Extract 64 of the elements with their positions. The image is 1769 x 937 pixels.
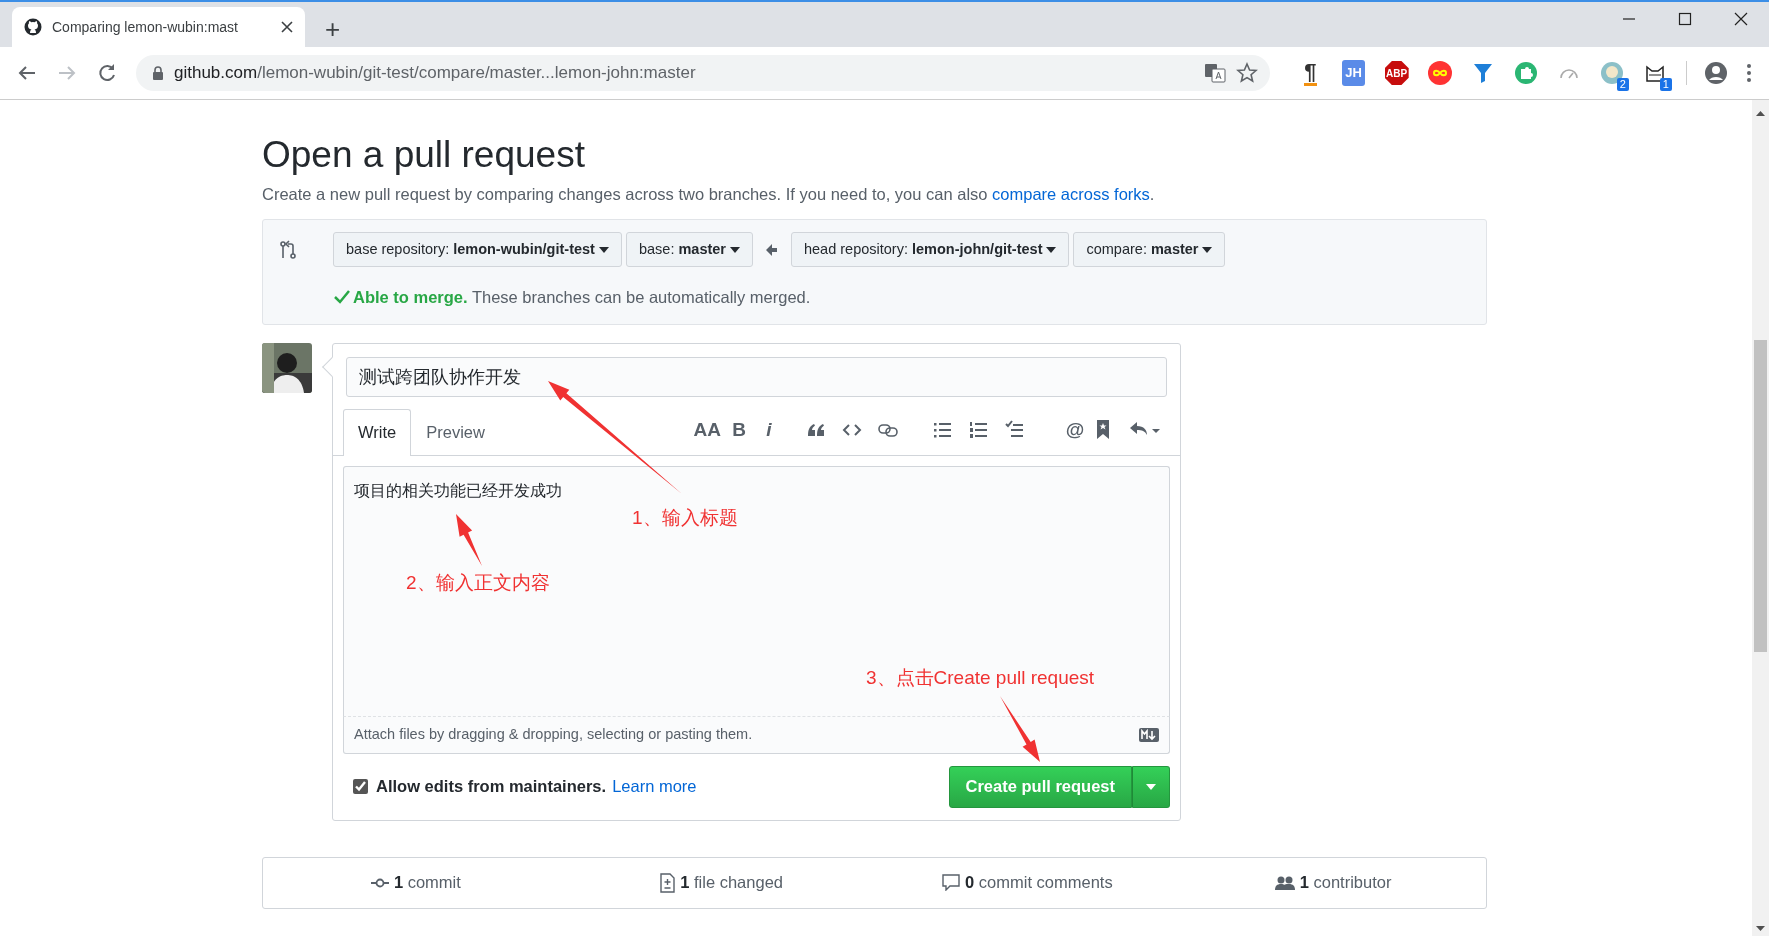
puzzle-icon bbox=[1514, 61, 1539, 85]
infinity-icon bbox=[1427, 61, 1452, 85]
markdown-icon bbox=[1139, 727, 1159, 742]
star-icon[interactable] bbox=[1236, 62, 1259, 84]
people-icon bbox=[1274, 875, 1295, 891]
dropdown-button[interactable] bbox=[1132, 765, 1170, 808]
github-logo-icon bbox=[24, 18, 42, 36]
branch-select-button[interactable]: compare: master bbox=[1073, 232, 1226, 267]
scrollbar[interactable] bbox=[1752, 100, 1769, 936]
compare-icon bbox=[279, 239, 297, 260]
branch-select-button[interactable]: base: master bbox=[625, 232, 753, 267]
new-tab-button[interactable]: + bbox=[319, 15, 347, 43]
page-title: Open a pull request bbox=[262, 133, 586, 177]
caret-icon bbox=[598, 246, 609, 253]
checkbox-label: Allow edits from maintainers. bbox=[376, 776, 607, 798]
format-button[interactable]: i bbox=[754, 414, 784, 445]
check-icon bbox=[334, 290, 350, 305]
summary-link[interactable]: 1 contributor bbox=[1299, 870, 1392, 896]
annotation-arrow bbox=[1000, 696, 1040, 762]
branch-select-button[interactable]: base repository: lemon-wubin/git-test bbox=[333, 232, 622, 267]
caret-icon bbox=[730, 246, 740, 253]
browser-tab[interactable]: Comparing lemon-wubin:mast bbox=[12, 7, 305, 47]
lock-icon bbox=[152, 66, 164, 80]
count-badge: 2 bbox=[1616, 78, 1629, 91]
format-button[interactable]: B bbox=[724, 414, 754, 445]
editor-tab[interactable]: Preview bbox=[411, 408, 500, 456]
funnel-icon bbox=[1472, 62, 1493, 84]
merge-status-text: Able to merge. These branches can be automatically merged. bbox=[353, 287, 811, 308]
file-icon bbox=[660, 872, 676, 893]
caret-icon bbox=[1146, 783, 1156, 790]
summary-link[interactable]: 1 commit bbox=[393, 870, 461, 896]
url-text: github.com/lemon-wubin/git-test/compare/master...lemon-john:master bbox=[174, 62, 697, 85]
close-icon[interactable] bbox=[281, 21, 293, 33]
extension-button[interactable]: ¶ bbox=[1291, 54, 1329, 92]
format-button[interactable]: AA bbox=[690, 414, 724, 445]
compare-forks-link[interactable]: compare across forks bbox=[992, 185, 1150, 204]
count-badge: 1 bbox=[1659, 78, 1672, 91]
summary-link[interactable]: 1 file changed bbox=[680, 870, 783, 896]
extension-button[interactable]: ABP bbox=[1378, 54, 1416, 92]
tile-icon: JH bbox=[1342, 60, 1365, 86]
annotation-text: 3、点击Create pull request bbox=[866, 668, 1095, 687]
scroll-thumb[interactable] bbox=[1754, 340, 1767, 652]
branch-select-button[interactable]: head repository: lemon-john/git-test bbox=[791, 232, 1070, 267]
extension-button[interactable]: 2 bbox=[1593, 54, 1631, 92]
annotation-text: 2、输入正文内容 bbox=[406, 573, 550, 592]
comment-icon bbox=[942, 874, 961, 892]
extension-button[interactable]: 1 bbox=[1636, 54, 1674, 92]
tab-title: Comparing lemon-wubin:mast bbox=[52, 17, 239, 37]
learn-more-link[interactable]: Learn more bbox=[612, 774, 697, 800]
format-button[interactable]: @ bbox=[1060, 414, 1090, 445]
caret-icon bbox=[1202, 246, 1213, 253]
stop-sign-icon: ABP bbox=[1384, 61, 1409, 85]
allow-edits-checkbox[interactable] bbox=[353, 779, 368, 795]
summary-link[interactable]: 0 commit comments bbox=[965, 870, 1113, 896]
title-field[interactable]: 测试跨团队协作开发 bbox=[346, 356, 1167, 397]
editor-tab[interactable]: Write bbox=[343, 408, 412, 456]
annotation-arrow bbox=[456, 514, 482, 566]
annotation-text: 1、输入标题 bbox=[632, 508, 738, 527]
caret-icon bbox=[1046, 246, 1057, 253]
page-description: Create a new pull request by comparing changes across two branches. If you need to, you can also compare across forks. bbox=[262, 184, 1156, 206]
attach-bar[interactable]: Attach files by dragging & dropping, selecting or pasting them. bbox=[343, 715, 1170, 754]
address-bar[interactable]: github.com/lemon-wubin/git-test/compare/master...lemon-john:master bbox=[136, 55, 1271, 91]
attach-hint: Attach files by dragging & dropping, selecting or pasting them. bbox=[354, 724, 753, 744]
translate-icon[interactable] bbox=[1204, 62, 1227, 84]
